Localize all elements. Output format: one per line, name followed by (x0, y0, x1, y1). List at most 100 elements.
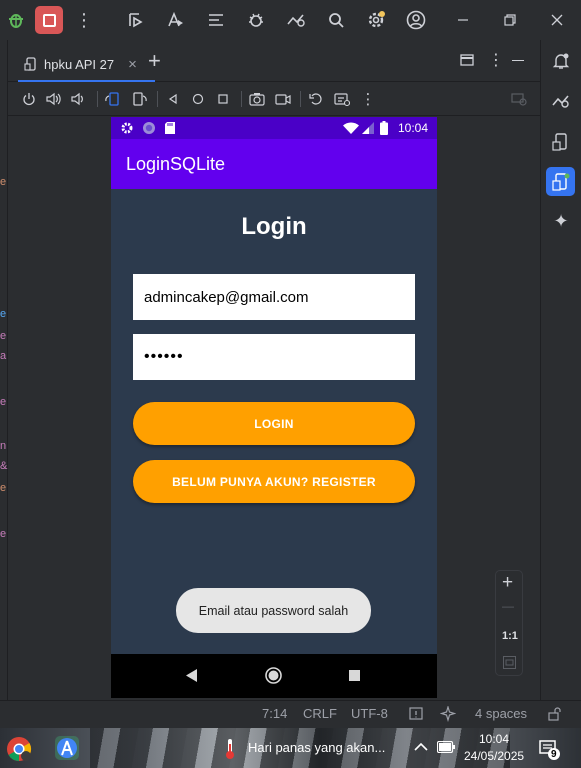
signal-icon (362, 122, 374, 134)
ide-titlebar: ⋮ (0, 0, 581, 40)
hide-panel-icon[interactable] (512, 60, 524, 62)
tab-label: hpku API 27 (44, 56, 115, 72)
screenshot-icon[interactable] (248, 90, 266, 108)
running-devices-tabbar: hpku API 27 × + ⋮ (8, 40, 540, 82)
read-only-icon[interactable] (409, 707, 423, 721)
display-settings-icon (510, 90, 528, 108)
app-quality-insights-icon[interactable] (548, 88, 574, 114)
running-devices-icon[interactable] (546, 167, 575, 196)
bug-icon[interactable] (4, 8, 28, 32)
profiler-icon[interactable] (284, 8, 308, 32)
weather-text[interactable]: Hari panas yang akan... (248, 740, 385, 755)
overview-icon[interactable] (214, 90, 232, 108)
android-studio-icon[interactable] (55, 736, 79, 760)
screen-record-icon[interactable] (274, 90, 292, 108)
tab-device[interactable]: hpku API 27 × (18, 48, 155, 82)
layout-icon[interactable] (460, 53, 474, 72)
account-icon[interactable] (404, 8, 428, 32)
notification-center-icon[interactable] (539, 739, 561, 761)
app-toolbar: LoginSQLite (111, 139, 437, 189)
lock-icon[interactable] (548, 707, 562, 721)
back-icon[interactable] (164, 90, 182, 108)
volume-down-icon[interactable] (70, 90, 88, 108)
chrome-icon[interactable] (6, 736, 32, 762)
list-icon[interactable] (204, 8, 228, 32)
settings-icon (121, 122, 133, 134)
email-field[interactable]: admincakep@gmail.com (133, 274, 415, 320)
gutter-mark: n (0, 440, 7, 452)
toolbar-divider (241, 91, 242, 107)
gutter-mark: e (0, 308, 7, 320)
more-vert-icon[interactable]: ⋮ (359, 90, 377, 108)
home-icon[interactable] (189, 90, 207, 108)
register-button[interactable]: BELUM PUNYA AKUN? REGISTER (133, 460, 415, 503)
gemini-icon[interactable]: ✦ (548, 208, 574, 234)
password-field[interactable]: •••••• (133, 334, 415, 380)
nav-overview-icon[interactable] (349, 670, 360, 681)
line-separator[interactable]: CRLF (303, 706, 337, 721)
add-tab-button[interactable]: + (148, 48, 161, 74)
restore-icon[interactable] (498, 8, 522, 32)
rotate-left-icon[interactable] (104, 90, 122, 108)
editor-gutter: e e e a e n & e e (0, 40, 8, 700)
right-tool-strip: ✦ (540, 40, 581, 700)
indent-setting[interactable]: 4 spaces (475, 706, 527, 721)
file-encoding[interactable]: UTF-8 (351, 706, 388, 721)
stop-button[interactable] (35, 6, 63, 34)
run-test-icon[interactable] (124, 8, 148, 32)
chevron-up-icon[interactable] (414, 742, 428, 752)
windows-taskbar: Hari panas yang akan... 10:04 24/05/2025… (0, 728, 581, 768)
zoom-fit-icon[interactable] (503, 656, 516, 669)
power-icon[interactable] (20, 90, 38, 108)
zoom-controls: + — 1:1 (495, 570, 523, 676)
search-icon[interactable] (324, 8, 348, 32)
battery-icon[interactable] (437, 741, 455, 753)
gutter-mark: e (0, 396, 7, 408)
more-vert-icon[interactable]: ⋮ (72, 8, 96, 32)
minimize-icon[interactable] (451, 8, 475, 32)
clock-date[interactable]: 24/05/2025 (464, 749, 524, 763)
gutter-mark: e (0, 330, 7, 342)
settings-icon[interactable] (364, 8, 388, 32)
app-title: LoginSQLite (126, 153, 226, 174)
gutter-mark: e (0, 528, 7, 540)
ai-assist-icon[interactable] (440, 706, 456, 722)
toolbar-divider (157, 91, 158, 107)
sd-card-icon (165, 122, 175, 134)
device-icon (24, 57, 36, 71)
rotate-right-icon[interactable] (130, 90, 148, 108)
more-vert-icon[interactable]: ⋮ (488, 50, 504, 70)
toast-message: Email atau password salah (176, 588, 371, 633)
gear-bug-icon[interactable] (244, 8, 268, 32)
translate-icon[interactable] (164, 8, 188, 32)
android-nav-bar (111, 654, 437, 698)
zoom-out-button[interactable]: — (502, 599, 514, 613)
battery-icon (380, 121, 388, 135)
toolbar-divider (300, 91, 301, 107)
clock-time[interactable]: 10:04 (479, 732, 509, 746)
notifications-icon[interactable] (548, 48, 574, 74)
nav-back-icon[interactable] (186, 669, 198, 682)
wifi-icon (343, 122, 359, 134)
zoom-in-button[interactable]: + (502, 572, 513, 594)
caret-position[interactable]: 7:14 (262, 706, 287, 721)
tab-close-icon[interactable]: × (128, 56, 137, 73)
device-manager-icon[interactable] (548, 129, 574, 155)
device-screen[interactable]: 10:04 LoginSQLite Login admincakep@gmail… (111, 117, 437, 698)
close-icon[interactable] (545, 8, 569, 32)
gutter-mark: & (0, 460, 8, 472)
thermometer-icon (226, 739, 234, 759)
login-heading: Login (241, 213, 307, 240)
android-status-bar: 10:04 (111, 117, 437, 139)
login-button[interactable]: LOGIN (133, 402, 415, 445)
stop-icon (42, 13, 56, 27)
toolbar-divider (97, 91, 98, 107)
volume-up-icon[interactable] (45, 90, 63, 108)
nav-home-icon[interactable] (265, 667, 282, 684)
zoom-actual-size-button[interactable]: 1:1 (502, 630, 518, 642)
gutter-mark: e (0, 482, 7, 494)
ide-status-bar: 7:14 CRLF UTF-8 4 spaces (0, 700, 581, 728)
extended-controls-icon[interactable] (333, 90, 351, 108)
snapshot-icon[interactable] (307, 90, 325, 108)
circle-app-icon (143, 122, 155, 134)
